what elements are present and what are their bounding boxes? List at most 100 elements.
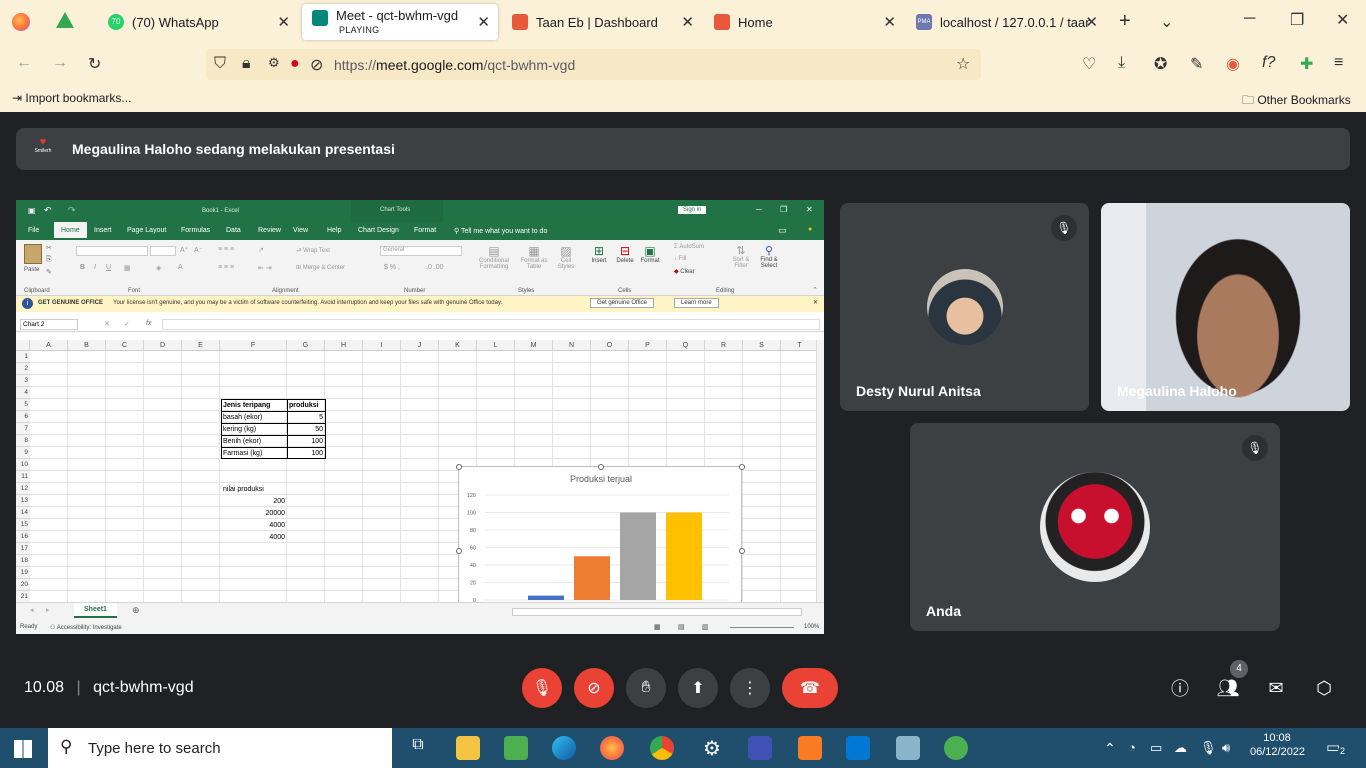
format-cells-button[interactable]: ▣ Format	[638, 244, 662, 264]
bookmark-star-icon[interactable]: ☆	[956, 54, 970, 74]
close-tab-icon[interactable]: ✕	[1085, 13, 1098, 31]
sort-filter-button[interactable]: ⇅ Sort & Filter	[728, 244, 754, 269]
name-box[interactable]: Chart 2	[20, 319, 78, 330]
select-all-corner[interactable]	[16, 340, 30, 351]
column-header[interactable]: T	[781, 340, 819, 351]
zoom-slider[interactable]	[730, 627, 794, 628]
italic-icon[interactable]: I	[94, 264, 96, 271]
activities-button[interactable]: ⬡	[1304, 668, 1344, 708]
app-icon[interactable]	[944, 736, 968, 760]
taskbar-search-box[interactable]: ⚲ Type here to search	[48, 728, 392, 768]
table-cell[interactable]: 100	[287, 436, 325, 447]
row-header[interactable]: 18	[16, 555, 30, 567]
tab-insert[interactable]: Insert	[94, 227, 112, 234]
lock-icon[interactable]: 🔒︎	[242, 55, 251, 73]
next-sheet-icon[interactable]: ▸	[46, 606, 50, 614]
column-header[interactable]: D	[144, 340, 182, 351]
table-cell[interactable]: basah (ekor)	[221, 412, 287, 423]
close-tab-icon[interactable]: ✕	[477, 13, 490, 31]
table-cell[interactable]: 200	[220, 496, 287, 507]
participant-tile[interactable]: 🎙︎ Desty Nurul Anitsa	[840, 203, 1089, 411]
participant-tile[interactable]: Megaulina Haloho	[1101, 203, 1350, 411]
bold-icon[interactable]: B	[80, 264, 85, 271]
chat-button[interactable]: ✉	[1256, 668, 1296, 708]
google-drive-icon[interactable]	[56, 12, 74, 28]
row-header[interactable]: 3	[16, 375, 30, 387]
column-header[interactable]: Q	[667, 340, 705, 351]
wrap-text-button[interactable]: ⮐ Wrap Text	[296, 246, 330, 256]
save-icon[interactable]: ▣	[28, 206, 36, 215]
microphone-icon[interactable]: ●	[290, 55, 300, 73]
fill-color-icon[interactable]: ◈	[156, 264, 161, 272]
font-shrink-icon[interactable]: A⁻	[194, 246, 202, 254]
network-app-icon[interactable]	[504, 736, 528, 760]
column-header[interactable]: B	[68, 340, 106, 351]
tab-phpmyadmin[interactable]: PMA localhost / 127.0.0.1 / taan_ ✕	[906, 4, 1106, 40]
column-header[interactable]: G	[287, 340, 325, 351]
column-header[interactable]: A	[30, 340, 68, 351]
format-as-table-button[interactable]: ▦ Format as Table	[516, 244, 552, 270]
align-top-icon[interactable]: ≡ ≡ ≡	[218, 246, 234, 253]
new-tab-button[interactable]: +	[1119, 10, 1131, 33]
row-header[interactable]: 15	[16, 519, 30, 531]
row-header[interactable]: 17	[16, 543, 30, 555]
minimize-button[interactable]: ─	[756, 205, 762, 214]
share-icon[interactable]: ●	[808, 226, 812, 233]
row-header[interactable]: 9	[16, 447, 30, 459]
table-cell[interactable]: Farmasi (kg)	[221, 448, 287, 459]
tab-home[interactable]: Home	[54, 222, 87, 238]
align-left-icon[interactable]: ≡ ≡ ≡	[218, 264, 234, 271]
column-header[interactable]: K	[439, 340, 477, 351]
table-header[interactable]: produksi	[287, 400, 325, 411]
tab-chart-design[interactable]: Chart Design	[358, 227, 399, 234]
column-header[interactable]: J	[401, 340, 439, 351]
extension-icon[interactable]: ✪	[1154, 54, 1167, 74]
hamburger-menu-icon[interactable]: ≡	[1334, 54, 1343, 72]
table-cell[interactable]: 4000	[220, 532, 287, 543]
paste-label[interactable]: Paste	[24, 267, 39, 273]
eyedropper-icon[interactable]: ✎	[1190, 54, 1203, 74]
enter-icon[interactable]: ✓	[124, 320, 130, 328]
clock[interactable]: 10:08 06/12/2022	[1250, 732, 1305, 758]
firefox-menu-icon[interactable]	[12, 13, 30, 31]
table-cell[interactable]: 50	[287, 424, 325, 435]
back-icon[interactable]: ←	[16, 54, 32, 72]
column-header[interactable]: L	[477, 340, 515, 351]
table-cell[interactable]: 20000	[220, 508, 287, 519]
task-view-icon[interactable]: ⧉	[406, 736, 430, 760]
firefox-icon[interactable]	[600, 736, 624, 760]
table-cell[interactable]: Benih (ekor)	[221, 436, 287, 447]
collapse-ribbon-icon[interactable]: ⌃	[812, 286, 818, 294]
row-header[interactable]: 14	[16, 507, 30, 519]
table-cell[interactable]: nilai produksi	[221, 484, 301, 495]
vertical-scrollbar[interactable]	[816, 340, 824, 602]
insert-function-icon[interactable]: fx	[146, 320, 151, 327]
wifi-icon[interactable]: ◔	[1128, 740, 1136, 755]
resize-handle[interactable]	[598, 464, 604, 470]
conditional-formatting-button[interactable]: ▤ Conditional Formatting	[476, 244, 512, 270]
column-header[interactable]: O	[591, 340, 629, 351]
page-break-icon[interactable]: ▥	[702, 623, 709, 631]
page-layout-icon[interactable]: ▤	[678, 623, 685, 631]
indent-icon[interactable]: ⇤ ⇥	[258, 264, 272, 272]
close-window-button[interactable]: ✕	[1336, 10, 1349, 30]
row-header[interactable]: 12	[16, 483, 30, 495]
resize-handle[interactable]	[456, 464, 462, 470]
accessibility-status[interactable]: ⚇ Accessibility: Investigate	[50, 624, 122, 631]
tab-help[interactable]: Help	[327, 227, 341, 234]
microphone-icon[interactable]: 🎙︎	[1200, 740, 1217, 756]
add-sheet-icon[interactable]: ⊕	[132, 605, 140, 616]
undo-icon[interactable]: ↶	[44, 205, 52, 216]
xampp-icon[interactable]	[798, 736, 822, 760]
tab-view[interactable]: View	[293, 227, 308, 234]
mic-toggle-button[interactable]: 🎙︎	[522, 668, 562, 708]
app-icon[interactable]	[896, 736, 920, 760]
sheet-tab-sheet1[interactable]: Sheet1	[74, 603, 117, 618]
font-size-box[interactable]	[150, 246, 176, 256]
decimal-icon[interactable]: .0 .00	[426, 264, 444, 271]
font-name-box[interactable]	[76, 246, 148, 256]
row-header[interactable]: 2	[16, 363, 30, 375]
tab-data[interactable]: Data	[226, 227, 241, 234]
orientation-icon[interactable]: ↗	[258, 246, 264, 254]
find-select-button[interactable]: ⚲ Find & Select	[756, 244, 782, 269]
